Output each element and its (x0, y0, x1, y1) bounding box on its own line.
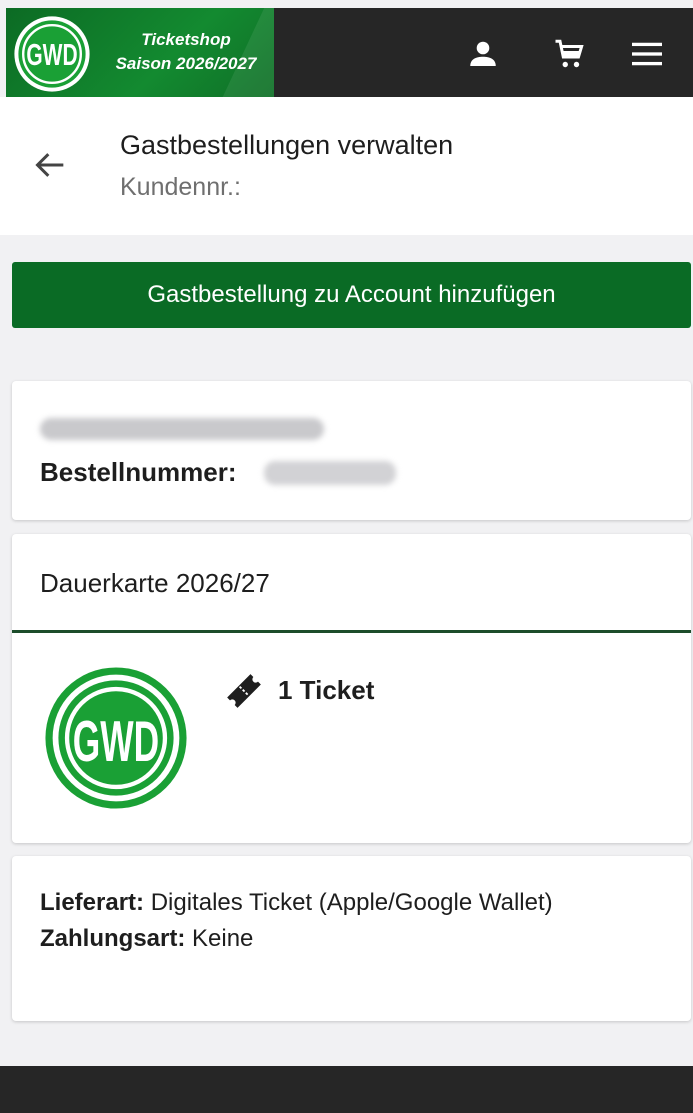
menu-button[interactable] (629, 36, 665, 72)
payment-method-value: Keine (192, 925, 254, 952)
delivery-method-label: Lieferart: (40, 889, 151, 916)
brand-line-2: Saison 2026/2027 (115, 54, 257, 73)
customer-number-label: Kundennr.: (120, 173, 241, 201)
brand-title: Ticketshop Saison 2026/2027 (100, 28, 272, 76)
account-button[interactable] (465, 36, 501, 72)
menu-icon (632, 42, 662, 66)
event-card: Dauerkarte 2026/27 GWD 1 Ticket (12, 534, 691, 843)
user-icon (470, 41, 496, 66)
cart-icon (555, 39, 584, 68)
brand-line-1: Ticketshop (141, 30, 231, 49)
cart-button[interactable] (551, 36, 587, 72)
event-name: Dauerkarte 2026/27 (40, 568, 270, 598)
delivery-method-row: Lieferart: Digitales Ticket (Apple/Googl… (40, 889, 553, 917)
page-title: Gastbestellungen verwalten (120, 130, 454, 160)
gwd-logo-icon: GWD (14, 16, 90, 92)
payment-method-label: Zahlungsart: (40, 925, 193, 952)
brand-banner[interactable]: GWD Ticketshop Saison 2026/2027 (6, 8, 274, 97)
divider (12, 630, 691, 633)
arrow-left-icon (35, 153, 64, 177)
ticket-icon (227, 674, 261, 708)
gwd-logo-icon: GWD (45, 667, 187, 809)
order-number-label: Bestellnummer: (40, 457, 237, 487)
back-button[interactable] (30, 145, 70, 185)
ticket-count: 1 Ticket (278, 675, 375, 705)
svg-text:GWD: GWD (26, 38, 77, 72)
svg-text:GWD: GWD (73, 710, 159, 774)
payment-method-row: Zahlungsart: Keine (40, 925, 253, 953)
order-number-redacted (264, 461, 396, 485)
page-header: Gastbestellungen verwalten Kundennr.: (0, 97, 693, 235)
order-card: Bestellnummer: (12, 381, 691, 520)
delivery-method-value: Digitales Ticket (Apple/Google Wallet) (150, 889, 553, 916)
top-bar: GWD Ticketshop Saison 2026/2027 (6, 8, 693, 97)
order-date-redacted (40, 418, 324, 440)
delivery-card: Lieferart: Digitales Ticket (Apple/Googl… (12, 856, 691, 1021)
add-guest-order-button[interactable]: Gastbestellung zu Account hinzufügen (12, 262, 691, 328)
footer-bar (0, 1066, 693, 1113)
